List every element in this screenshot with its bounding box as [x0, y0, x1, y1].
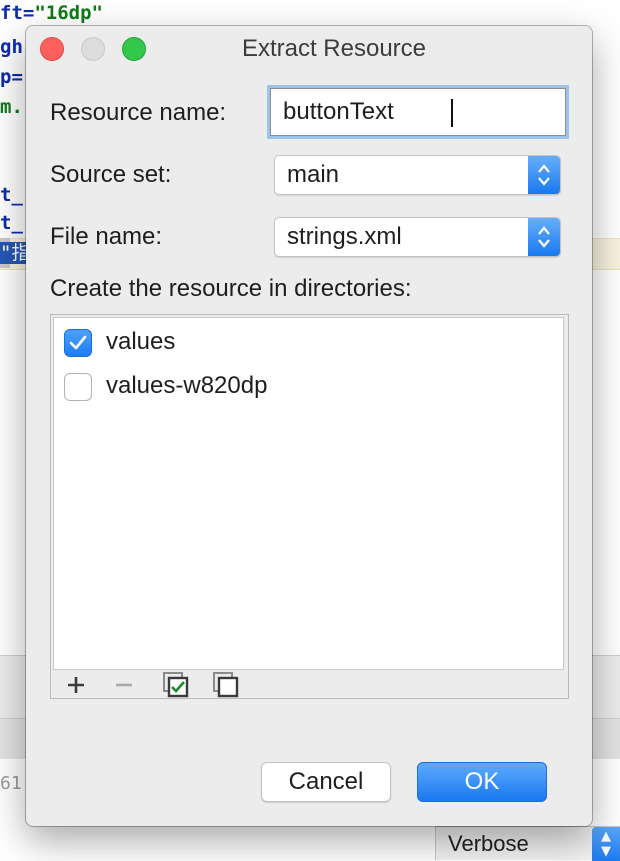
values-w820dp-checkbox[interactable]: [64, 373, 92, 401]
unselect-all-icon[interactable]: [211, 670, 241, 700]
text-caret: [451, 99, 453, 127]
ok-button[interactable]: OK: [417, 762, 547, 802]
chevron-up-down-icon: [528, 156, 560, 194]
extract-resource-dialog: Extract Resource Resource name: Source s…: [26, 26, 592, 826]
source-set-select[interactable]: main: [274, 155, 561, 195]
title-bar: Extract Resource: [26, 26, 592, 70]
source-set-value: main: [287, 161, 340, 188]
file-name-select[interactable]: strings.xml: [274, 217, 561, 257]
cancel-button[interactable]: Cancel: [261, 762, 391, 802]
file-name-value: strings.xml: [287, 223, 402, 250]
directory-label: values: [106, 328, 176, 355]
chevron-up-down-icon: ▲ ▼: [592, 827, 620, 861]
directories-toolbar: [51, 670, 568, 700]
source-set-label: Source set:: [50, 161, 172, 188]
directories-label: Create the resource in directories:: [50, 275, 412, 302]
add-icon[interactable]: [61, 670, 91, 700]
remove-icon[interactable]: [109, 670, 139, 700]
resource-name-label: Resource name:: [50, 99, 227, 126]
log-level-dropdown[interactable]: Verbose ▲ ▼: [435, 826, 620, 861]
code-line-1: ft="16dp": [0, 2, 103, 24]
dialog-title: Extract Resource: [241, 35, 427, 62]
code-line-4: m.: [0, 96, 23, 118]
select-all-icon[interactable]: [161, 670, 191, 700]
directory-label: values-w820dp: [106, 372, 268, 399]
code-line-2: gh: [0, 36, 23, 58]
directories-panel: values values-w820dp: [50, 314, 569, 699]
file-name-label: File name:: [50, 223, 163, 250]
resource-name-input[interactable]: [270, 88, 566, 136]
directories-list: values values-w820dp: [53, 317, 564, 670]
code-line-3: p=: [0, 66, 23, 88]
code-line-6: t_: [0, 212, 23, 234]
chevron-up-down-icon: [528, 218, 560, 256]
line-number: 61: [0, 773, 22, 794]
values-checkbox[interactable]: [64, 329, 92, 357]
log-level-value: Verbose: [448, 831, 529, 856]
code-line-5: t_: [0, 184, 23, 206]
